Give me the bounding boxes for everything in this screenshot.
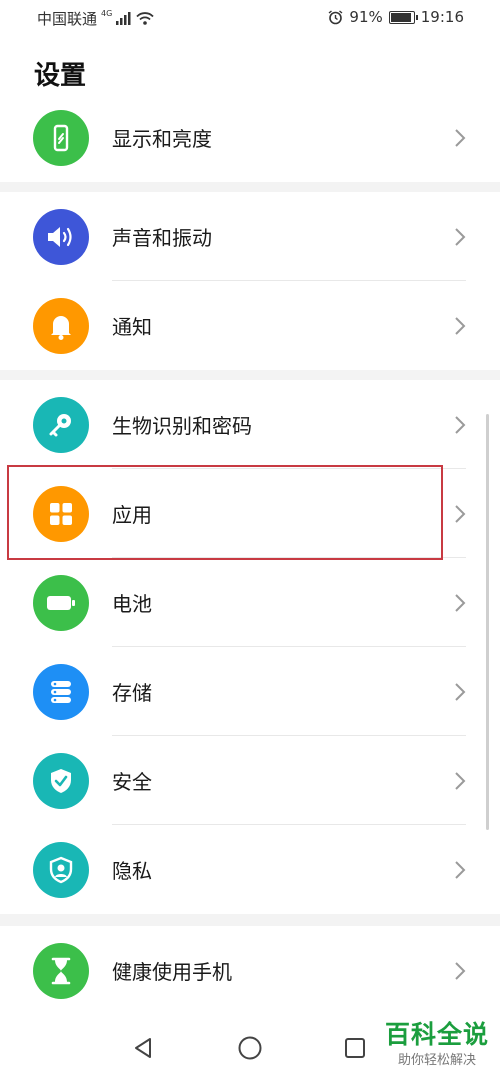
shield-check-icon: [33, 752, 89, 809]
watermark-subtitle: 助你轻松解决: [397, 1053, 476, 1068]
setting-label: 健康使用手机: [112, 960, 232, 984]
setting-row-sound[interactable]: 声音和振动: [0, 192, 500, 281]
setting-label: 电池: [112, 592, 152, 616]
chevron-right-icon: [454, 592, 466, 614]
home-button[interactable]: [235, 1033, 265, 1063]
chevron-right-icon: [454, 315, 466, 337]
chevron-right-icon: [454, 127, 466, 149]
setting-label: 存储: [112, 681, 152, 705]
setting-row-notifications[interactable]: 通知: [0, 281, 500, 370]
chevron-right-icon: [454, 681, 466, 703]
setting-label: 应用: [112, 503, 152, 527]
status-right: 91% 19:16: [328, 8, 464, 26]
setting-row-apps[interactable]: 应用: [0, 469, 500, 558]
setting-row-privacy[interactable]: 隐私: [0, 825, 500, 914]
clock-time: 19:16: [420, 8, 464, 26]
settings-group-2: 声音和振动 通知: [0, 192, 500, 370]
display-phone-icon: [33, 109, 89, 166]
back-triangle-icon: [135, 1038, 151, 1058]
setting-row-digital-balance[interactable]: 健康使用手机: [0, 926, 500, 1015]
hourglass-icon: [33, 942, 89, 999]
setting-row-battery[interactable]: 电池: [0, 558, 500, 647]
battery-percent: 91%: [349, 8, 383, 26]
apps-grid-icon: [33, 485, 89, 542]
network-type: 4G: [101, 9, 113, 18]
setting-row-storage[interactable]: 存储: [0, 647, 500, 736]
setting-label: 显示和亮度: [112, 127, 212, 151]
recents-button[interactable]: [340, 1033, 370, 1063]
battery-icon: [33, 574, 89, 631]
signal-icon: [116, 12, 131, 25]
setting-label: 生物识别和密码: [112, 414, 252, 438]
settings-group-1: 显示和亮度: [0, 93, 500, 182]
wifi-icon: [136, 12, 154, 25]
home-circle-icon: [238, 1036, 262, 1060]
page-title: 设置: [34, 61, 87, 91]
chevron-right-icon: [454, 226, 466, 248]
recents-square-icon: [345, 1038, 365, 1058]
speaker-icon: [33, 208, 89, 265]
chevron-right-icon: [454, 960, 466, 982]
setting-row-biometrics[interactable]: 生物识别和密码: [0, 380, 500, 469]
watermark-logo: 百科全说 助你轻松解决: [374, 1018, 500, 1083]
group-separator: [0, 182, 500, 192]
privacy-icon: [33, 841, 89, 898]
chevron-right-icon: [454, 859, 466, 881]
status-bar: 中国联通 4G 91% 19:16: [0, 0, 500, 36]
group-separator: [0, 370, 500, 380]
battery-icon: [388, 10, 418, 24]
settings-group-3: 生物识别和密码 应用 电池 存储 安全 隐私: [0, 380, 500, 914]
setting-row-display[interactable]: 显示和亮度: [0, 93, 500, 182]
setting-label: 通知: [112, 315, 152, 339]
group-separator: [0, 914, 500, 926]
bell-icon: [33, 297, 89, 354]
setting-label: 声音和振动: [112, 226, 212, 250]
setting-row-security[interactable]: 安全: [0, 736, 500, 825]
watermark-title: 百科全说: [384, 1020, 489, 1049]
setting-label: 隐私: [112, 859, 152, 883]
carrier-name: 中国联通: [37, 10, 98, 28]
storage-icon: [33, 663, 89, 720]
key-icon: [33, 396, 89, 453]
chevron-right-icon: [454, 770, 466, 792]
alarm-icon: [328, 9, 343, 24]
settings-group-4: 健康使用手机: [0, 926, 500, 1015]
chevron-right-icon: [454, 414, 466, 436]
status-left: 中国联通 4G: [37, 8, 154, 29]
scrollbar[interactable]: [486, 414, 489, 830]
setting-label: 安全: [112, 770, 152, 794]
chevron-right-icon: [454, 503, 466, 525]
back-button[interactable]: [128, 1033, 158, 1063]
